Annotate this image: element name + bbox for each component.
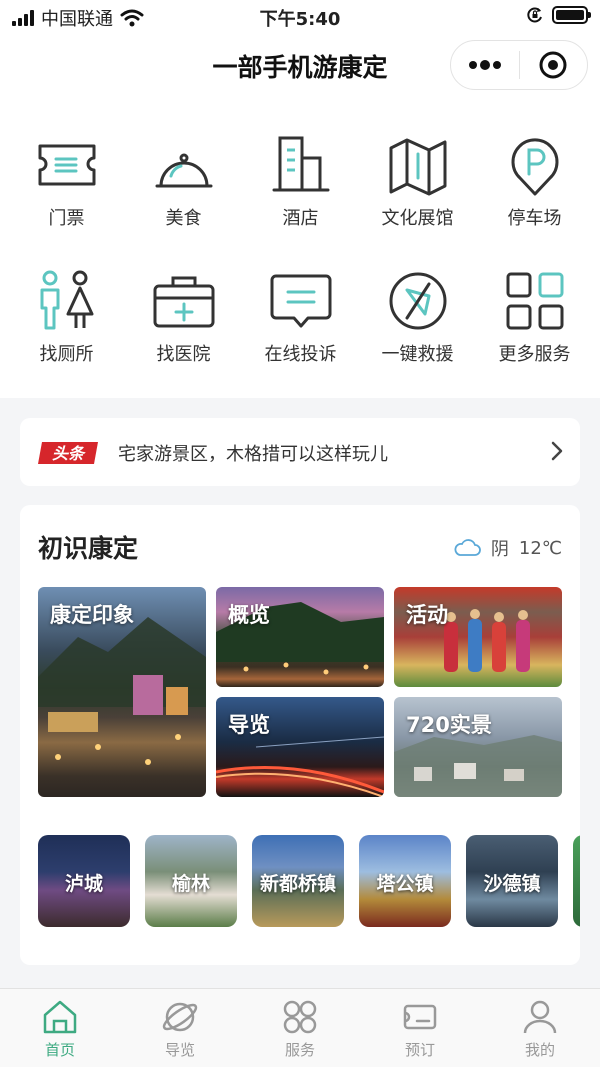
more-grid-icon	[506, 272, 563, 330]
bottom-tab-bar: 首页 导览 服务 预订 我的	[0, 988, 600, 1067]
service-label: 酒店	[282, 208, 319, 229]
headline-logo-text: 头条	[52, 444, 86, 463]
home-icon	[43, 1000, 77, 1034]
navigation-bar: 一部手机游康定	[0, 34, 600, 96]
service-label: 美食	[165, 208, 202, 229]
tile-label: 活动	[406, 603, 448, 627]
more-menu-button[interactable]	[451, 41, 519, 89]
town-card[interactable]: 泸城	[38, 835, 130, 927]
ticket-card-icon	[403, 1004, 437, 1030]
tab-guide[interactable]: 导览	[120, 997, 240, 1060]
service-hospital[interactable]: 找医院	[125, 268, 242, 366]
tile-720-panorama[interactable]: 720实景	[394, 697, 562, 797]
section-title: 初识康定	[38, 534, 139, 563]
town-card-partial[interactable]	[573, 835, 580, 927]
tile-label: 720实景	[406, 713, 492, 737]
service-more[interactable]: 更多服务	[476, 268, 593, 366]
complaint-chat-icon	[270, 274, 331, 328]
tile-label: 康定印象	[50, 603, 134, 627]
service-label: 停车场	[507, 208, 562, 229]
service-parking[interactable]: 停车场	[476, 132, 593, 230]
town-label: 泸城	[64, 873, 103, 895]
services-grid: 门票 美食 酒店 文化展馆 停车场 找厕所 找医院 在线投诉 一键救援 更多服务	[0, 96, 600, 398]
battery-icon	[552, 6, 591, 24]
restroom-icon	[40, 270, 93, 330]
tile-overview[interactable]: 概览	[216, 587, 384, 687]
tab-label: 首页	[44, 1041, 75, 1059]
town-label: 榆林	[171, 873, 210, 895]
town-card[interactable]: 沙德镇	[466, 835, 558, 927]
cloud-icon	[454, 539, 481, 556]
town-card[interactable]: 塔公镇	[359, 835, 451, 927]
tile-guide[interactable]: 导览	[216, 697, 384, 797]
miniprogram-capsule	[450, 40, 588, 90]
hotel-building-icon	[272, 136, 329, 192]
service-label: 在线投诉	[264, 344, 337, 365]
rotation-lock-icon	[527, 7, 542, 23]
service-label: 文化展馆	[381, 208, 454, 229]
status-bar: 中国联通 下午5:40	[0, 0, 600, 34]
service-circles-icon	[283, 1000, 317, 1034]
planet-icon	[162, 1002, 198, 1032]
close-miniprogram-button[interactable]	[520, 41, 588, 89]
tab-label: 我的	[524, 1041, 555, 1059]
intro-kangding-card: 初识康定 阴 12℃ 康定印象 概览 活动 导览 720实景 泸城 榆林 新都桥…	[20, 505, 580, 965]
tile-label: 概览	[228, 603, 270, 627]
target-close-icon	[539, 51, 567, 79]
parking-icon	[511, 138, 558, 196]
tile-activities[interactable]: 活动	[394, 587, 562, 687]
town-label: 新都桥镇	[259, 873, 336, 895]
compass-rescue-icon	[389, 272, 446, 330]
food-cloche-icon	[155, 153, 212, 188]
medical-kit-icon	[153, 276, 214, 328]
town-card[interactable]: 榆林	[145, 835, 237, 927]
service-culture-museum[interactable]: 文化展馆	[359, 132, 476, 230]
tile-kangding-impression[interactable]: 康定印象	[38, 587, 206, 797]
service-label: 更多服务	[498, 344, 571, 365]
service-label: 找医院	[156, 344, 211, 365]
service-label: 门票	[48, 208, 85, 229]
toutiao-logo: 头条	[38, 442, 98, 464]
map-icon	[389, 138, 446, 196]
tab-booking[interactable]: 预订	[360, 997, 480, 1060]
tab-label: 预订	[404, 1041, 435, 1059]
town-card[interactable]: 新都桥镇	[252, 835, 344, 927]
weather-temperature: 12℃	[518, 537, 562, 559]
tile-label: 导览	[228, 713, 270, 737]
headline-news-bar[interactable]: 头条 宅家游景区，木格措可以这样玩儿	[20, 418, 580, 486]
service-restroom[interactable]: 找厕所	[8, 268, 125, 366]
tab-services[interactable]: 服务	[240, 997, 360, 1060]
service-rescue[interactable]: 一键救援	[359, 268, 476, 366]
tab-label: 服务	[284, 1041, 315, 1059]
tab-home[interactable]: 首页	[0, 997, 120, 1060]
service-label: 找厕所	[39, 344, 94, 365]
tab-profile[interactable]: 我的	[480, 997, 600, 1060]
town-label: 沙德镇	[483, 873, 541, 895]
ticket-icon	[38, 144, 95, 186]
headline-text: 宅家游景区，木格措可以这样玩儿	[118, 444, 388, 465]
service-hotel[interactable]: 酒店	[242, 132, 359, 230]
tab-label: 导览	[164, 1041, 195, 1059]
weather-widget: 阴 12℃	[453, 535, 562, 561]
more-dots-icon	[468, 60, 501, 70]
chevron-right-icon	[551, 441, 563, 461]
service-label: 一键救援	[381, 344, 454, 365]
weather-condition: 阴	[490, 539, 509, 560]
user-icon	[523, 1000, 557, 1034]
service-food[interactable]: 美食	[125, 132, 242, 230]
status-time: 下午5:40	[259, 9, 341, 30]
town-label: 塔公镇	[376, 873, 434, 895]
service-complaint[interactable]: 在线投诉	[242, 268, 359, 366]
service-ticket[interactable]: 门票	[8, 132, 125, 230]
